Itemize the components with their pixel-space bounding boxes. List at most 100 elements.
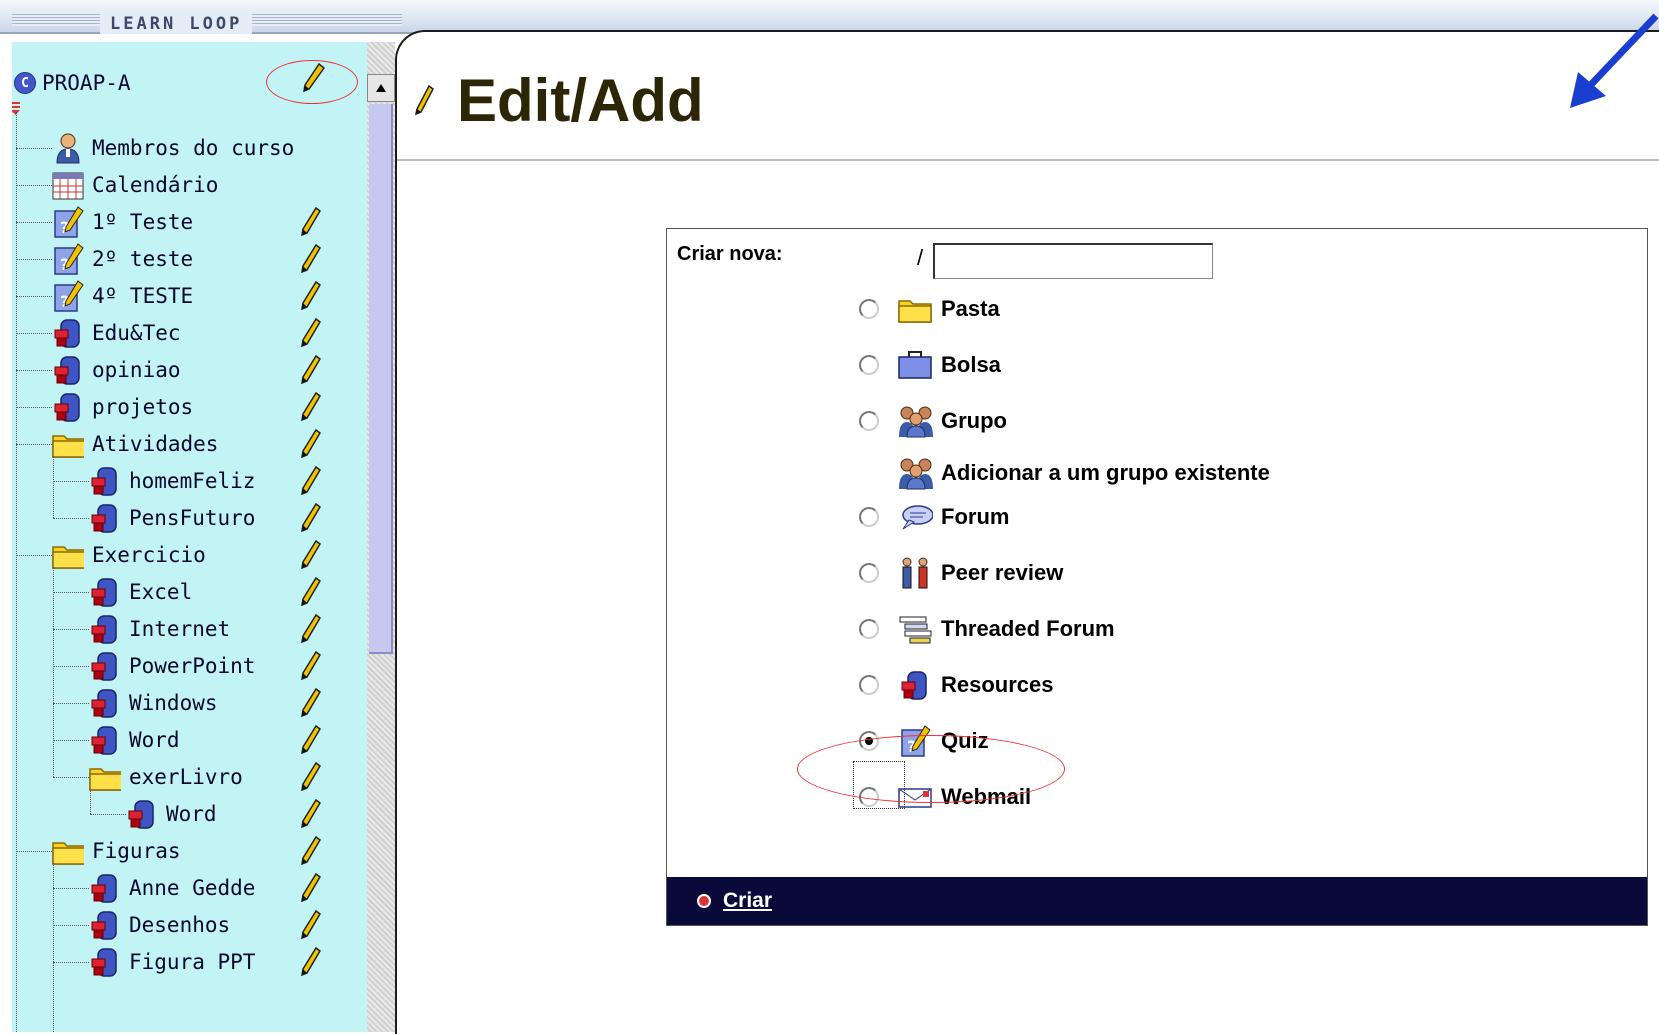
tree-connector — [16, 296, 52, 297]
tree-connector — [16, 112, 17, 1032]
tree-item[interactable]: Figura PPT — [53, 944, 255, 980]
tree-connector — [53, 863, 54, 1032]
edit-pencil-icon[interactable] — [298, 872, 324, 903]
edit-pencil-icon[interactable] — [298, 502, 324, 533]
edit-pencil-icon[interactable] — [298, 798, 324, 829]
create-new-label: Criar nova: — [677, 243, 783, 265]
radio-button[interactable] — [859, 675, 879, 695]
scrollbar-thumb[interactable] — [369, 104, 393, 654]
edit-pencil-icon[interactable] — [298, 539, 324, 570]
tree-item-label: Membros do curso — [92, 136, 295, 160]
annotation-circle — [797, 735, 1065, 803]
edit-pencil-icon — [414, 84, 434, 115]
tree-item[interactable]: Desenhos — [53, 907, 231, 943]
edit-pencil-icon[interactable] — [298, 465, 324, 496]
resource-icon — [89, 576, 121, 608]
option-forum[interactable]: Forum — [859, 497, 1009, 537]
tree-item[interactable]: projetos — [16, 389, 193, 425]
edit-pencil-icon[interactable] — [298, 354, 324, 385]
tree-item-label: Anne Gedde — [129, 876, 256, 900]
scroll-up-button[interactable] — [367, 74, 395, 102]
resource-icon — [897, 667, 933, 703]
edit-pencil-icon[interactable] — [298, 687, 324, 718]
edit-pencil-icon[interactable] — [298, 428, 324, 459]
tree-item[interactable]: Figuras — [16, 833, 181, 869]
radio-button[interactable] — [859, 355, 879, 375]
tree-item[interactable]: Internet — [53, 611, 230, 647]
collapse-arrow-icon[interactable] — [12, 102, 22, 116]
group-icon — [897, 403, 933, 439]
tree-item-label: Desenhos — [129, 913, 231, 937]
option-label: Grupo — [941, 408, 1007, 433]
tree-item[interactable]: ? 2º teste — [16, 241, 193, 277]
edit-pencil-icon[interactable] — [298, 613, 324, 644]
tree-connector — [16, 222, 52, 223]
tree-item[interactable]: Calendário — [16, 167, 219, 203]
new-item-name-input[interactable] — [933, 243, 1213, 279]
tree-connector — [16, 370, 52, 371]
app-brand: LEARN LOOP — [100, 14, 253, 34]
edit-pencil-icon[interactable] — [298, 576, 324, 607]
tree-item[interactable]: Membros do curso — [16, 130, 295, 166]
resource-icon — [126, 798, 158, 830]
edit-pencil-icon[interactable] — [298, 206, 324, 237]
tree-item[interactable]: Atividades — [16, 426, 219, 462]
edit-pencil-icon[interactable] — [298, 946, 324, 977]
tree-item-label: Edu&Tec — [92, 321, 181, 345]
tree-item[interactable]: Exercicio — [16, 537, 206, 573]
radio-button[interactable] — [859, 619, 879, 639]
tree-item-label: Calendário — [92, 173, 219, 197]
edit-pencil-icon[interactable] — [298, 724, 324, 755]
up-arrow-icon — [376, 84, 386, 92]
create-button[interactable]: Criar — [697, 889, 772, 913]
resource-icon — [52, 317, 84, 349]
tree-connector — [53, 481, 89, 482]
edit-pencil-icon[interactable] — [298, 317, 324, 348]
tree-item-label: 1º Teste — [92, 210, 194, 234]
option-pasta[interactable]: Pasta — [859, 289, 1000, 329]
tree-item[interactable]: Excel — [53, 574, 192, 610]
edit-pencil-icon[interactable] — [298, 280, 324, 311]
briefcase-icon — [897, 347, 933, 383]
edit-pencil-icon[interactable] — [298, 909, 324, 940]
tree-item[interactable]: PowerPoint — [53, 648, 255, 684]
option-threaded-forum[interactable]: Threaded Forum — [859, 609, 1115, 649]
tree-item[interactable]: ? 1º Teste — [16, 204, 194, 240]
quiz-icon: ? — [52, 243, 84, 275]
radio-button[interactable] — [859, 563, 879, 583]
edit-pencil-icon[interactable] — [298, 243, 324, 274]
edit-pencil-icon[interactable] — [298, 761, 324, 792]
tree-item[interactable]: Windows — [53, 685, 218, 721]
tree-item[interactable]: Anne Gedde — [53, 870, 256, 906]
tree-item[interactable]: exerLivro — [53, 759, 243, 795]
radio-button[interactable] — [859, 411, 879, 431]
tree-item[interactable]: Word — [90, 796, 217, 832]
option-grupo[interactable]: Grupo — [859, 401, 1007, 441]
tree-connector — [16, 148, 52, 149]
option-adicionar-a-um-grupo-existente[interactable]: Adicionar a um grupo existente — [859, 453, 1270, 493]
tree-item-label: Atividades — [92, 432, 219, 456]
tree-item[interactable]: Word — [53, 722, 180, 758]
option-bolsa[interactable]: Bolsa — [859, 345, 1001, 385]
tree-connector — [16, 259, 52, 260]
option-peer-review[interactable]: Peer review — [859, 553, 1063, 593]
folder-icon — [52, 428, 84, 460]
edit-pencil-icon[interactable] — [298, 835, 324, 866]
radio-button[interactable] — [859, 299, 879, 319]
edit-pencil-icon[interactable] — [298, 650, 324, 681]
tree-item[interactable]: ? 4º TESTE — [16, 278, 193, 314]
tree-item[interactable]: Edu&Tec — [16, 315, 181, 351]
option-resources[interactable]: Resources — [859, 665, 1054, 705]
tree-item[interactable]: homemFeliz — [53, 463, 255, 499]
edit-pencil-icon[interactable] — [298, 391, 324, 422]
tree-item-label: Exercicio — [92, 543, 206, 567]
radio-button[interactable] — [859, 507, 879, 527]
tree-connector — [90, 789, 91, 814]
tree-item[interactable]: PensFuturo — [53, 500, 255, 536]
resource-icon — [89, 909, 121, 941]
folder-icon — [52, 835, 84, 867]
course-root[interactable]: C PROAP-A — [14, 68, 131, 98]
resource-icon — [89, 946, 121, 978]
tree-item[interactable]: opiniao — [16, 352, 181, 388]
course-tree-sidebar: C PROAP-A Membros do curso Calendário? 1º … — [12, 42, 367, 1032]
